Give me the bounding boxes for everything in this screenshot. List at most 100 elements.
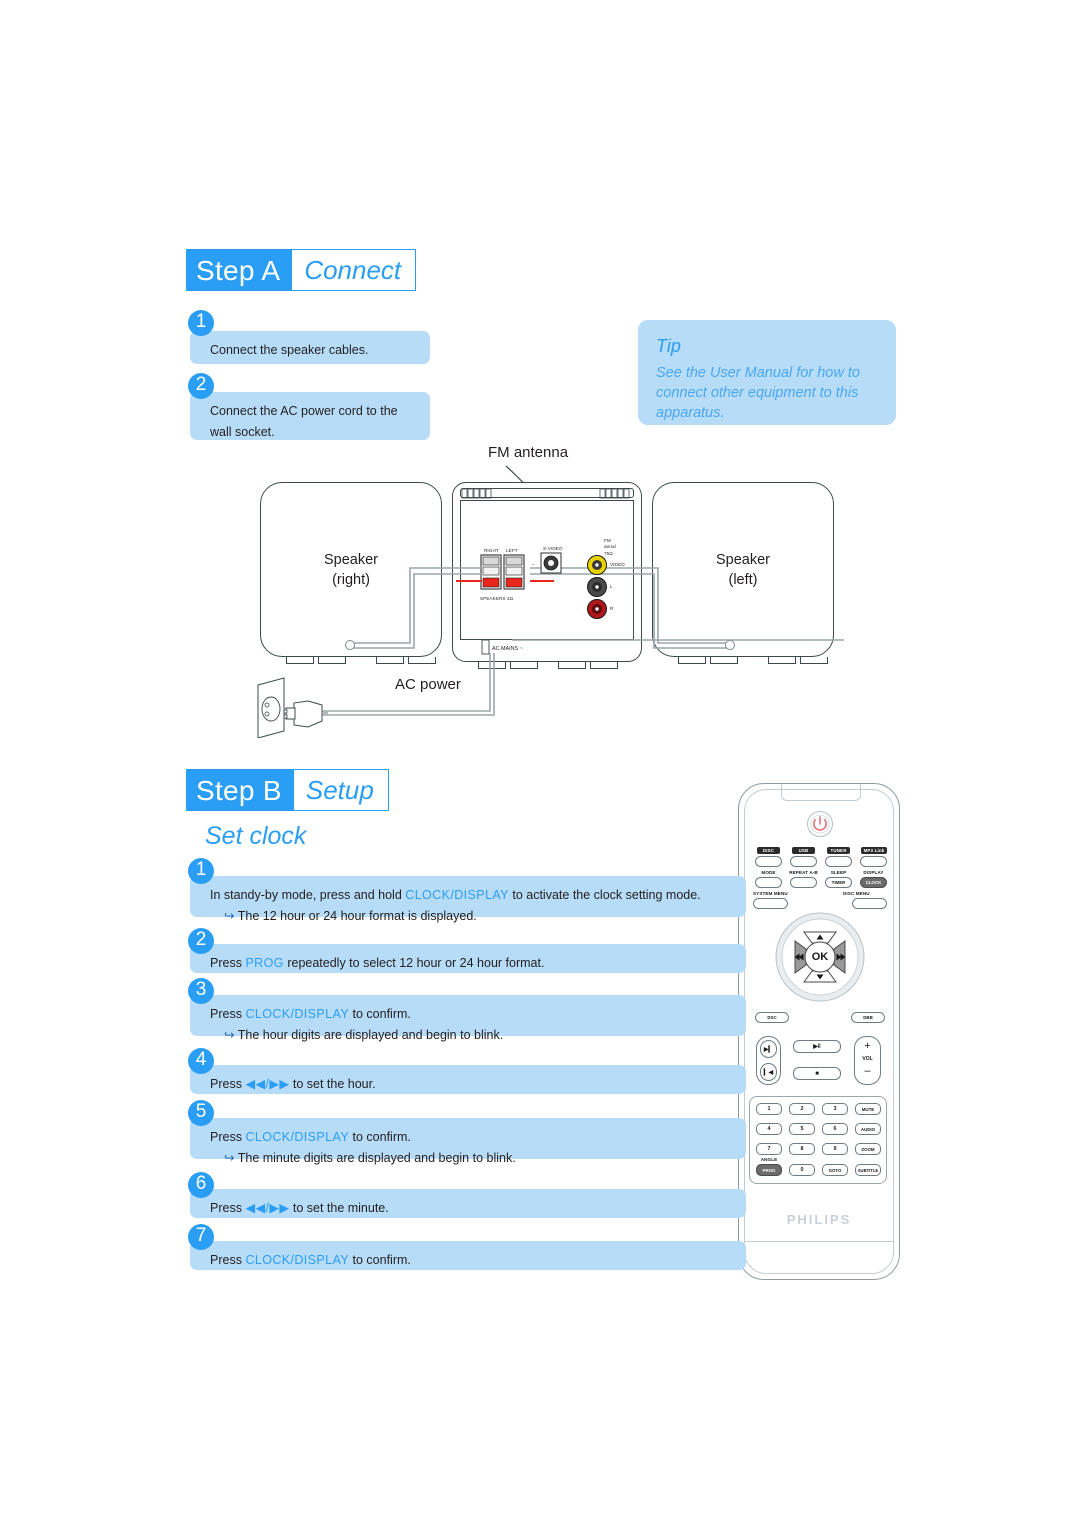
step-b-item-1-post: to activate the clock setting mode. <box>508 888 701 902</box>
key-subtitle[interactable]: SUBTITLE <box>855 1164 881 1176</box>
button-next[interactable]: ▶▎ <box>760 1040 777 1058</box>
terminal-right-label: RIGHT <box>484 548 499 553</box>
fm-label: FM <box>604 538 611 543</box>
key-zoom[interactable]: ZOOM <box>855 1143 881 1155</box>
step-b-item-3-pre: Press <box>210 1007 246 1021</box>
key-7[interactable]: 7 <box>756 1143 782 1155</box>
key-9[interactable]: 9 <box>822 1143 848 1155</box>
step-b-item-3-sub-text: The hour digits are displayed and begin … <box>237 1028 504 1042</box>
step-b-number-5: 5 <box>188 1100 214 1126</box>
nav-wheel[interactable] <box>775 912 865 1002</box>
button-dbb[interactable]: DBB <box>851 1012 885 1023</box>
step-b-item-1-sub: ↪ The 12 hour or 24 hour format is displ… <box>210 906 732 927</box>
step-b-item-3-key: CLOCK/DISPLAY <box>245 1007 350 1021</box>
button-system-menu[interactable] <box>753 898 788 909</box>
tag-mp3link: MP3 Link <box>861 847 887 854</box>
key-0[interactable]: 0 <box>789 1164 815 1176</box>
step-b-item-5-sub: ↪ The minute digits are displayed and be… <box>210 1148 732 1169</box>
step-a-item-1-text: Connect the speaker cables. <box>210 343 369 357</box>
step-b-item-5: Press CLOCK/DISPLAY to confirm. ↪ The mi… <box>190 1118 746 1165</box>
step-b-item-7: Press CLOCK/DISPLAY to confirm. <box>190 1241 746 1270</box>
step-b-item-7-key: CLOCK/DISPLAY <box>245 1253 350 1267</box>
arrow-icon: ↪ <box>224 1028 235 1042</box>
button-tuner[interactable] <box>825 856 852 867</box>
step-b-item-3-post: to confirm. <box>349 1007 411 1021</box>
step-b-number-2: 2 <box>188 928 214 954</box>
button-timer[interactable]: TIMER <box>825 877 852 888</box>
tip-title: Tip <box>656 336 681 356</box>
button-dsc[interactable]: DSC <box>755 1012 789 1023</box>
step-b-item-2: Press PROG repeatedly to select 12 hour … <box>190 944 746 973</box>
button-play-pause[interactable]: ▶‖ <box>793 1040 841 1053</box>
step-a-badge: Step A <box>186 249 293 291</box>
step-b-title: Setup <box>293 769 389 811</box>
step-a-number-2: 2 <box>188 373 214 399</box>
video-jack-label: VIDEO <box>610 562 625 567</box>
button-disc-menu[interactable] <box>852 898 887 909</box>
remote-divider <box>745 1241 893 1242</box>
set-clock-subtitle: Set clock <box>205 822 307 850</box>
step-b-item-2-post: repeatedly to select 12 hour or 24 hour … <box>283 956 545 970</box>
key-audio[interactable]: AUDIO <box>855 1123 881 1135</box>
video-jack-icon <box>587 555 607 575</box>
terminal-left-label: LEFT <box>506 548 518 553</box>
label-volume: VOL <box>862 1056 873 1062</box>
step-b-item-4-post: to set the hour. <box>289 1077 376 1091</box>
label-angle: ANGLE <box>760 1157 778 1162</box>
remote-control: DISC USB TUNER MP3 Link MODE REPEAT A-B … <box>738 783 900 1280</box>
key-4[interactable]: 4 <box>756 1123 782 1135</box>
step-b-item-5-pre: Press <box>210 1130 246 1144</box>
step-b-item-6-pre: Press <box>210 1201 246 1215</box>
key-6[interactable]: 6 <box>822 1123 848 1135</box>
svideo-label: S-VIDEO <box>543 546 563 551</box>
button-usb[interactable] <box>790 856 817 867</box>
step-b-item-1: In standy-by mode, press and hold CLOCK/… <box>190 876 746 923</box>
label-disc-menu: DISC MENU <box>843 891 870 896</box>
button-volume-down[interactable]: – <box>854 1065 881 1077</box>
key-mute[interactable]: MUTE <box>855 1103 881 1115</box>
step-b-item-6-key: ◀◀/▶▶ <box>245 1201 290 1215</box>
svideo-jack-icon <box>540 552 562 574</box>
ir-window <box>781 784 861 801</box>
key-3[interactable]: 3 <box>822 1103 848 1115</box>
unit-foot-4 <box>590 662 618 669</box>
key-1[interactable]: 1 <box>756 1103 782 1115</box>
speaker-left-foot-3 <box>768 657 796 664</box>
button-mode[interactable] <box>755 877 782 888</box>
button-clock[interactable]: CLOCK <box>860 877 887 888</box>
key-2[interactable]: 2 <box>789 1103 815 1115</box>
unit-vent-icon <box>461 488 630 499</box>
step-b-item-7-post: to confirm. <box>349 1253 411 1267</box>
tip-body: See the User Manual for how to connect o… <box>656 365 860 421</box>
step-b-item-6-post: to set the minute. <box>289 1201 389 1215</box>
step-a-title: Connect <box>292 249 417 291</box>
step-b-item-1-sub-text: The 12 hour or 24 hour format is display… <box>237 909 477 923</box>
step-b-number-4: 4 <box>188 1048 214 1074</box>
button-volume-up[interactable]: + <box>854 1040 881 1052</box>
step-a-item-2-text: Connect the AC power cord to the wall so… <box>210 404 398 439</box>
key-prog[interactable]: PROG <box>756 1164 782 1176</box>
button-mp3link[interactable] <box>860 856 887 867</box>
button-stop[interactable]: ■ <box>793 1067 841 1080</box>
step-b-item-5-post: to confirm. <box>349 1130 411 1144</box>
connection-diagram: FM antenna Speaker (right) Speaker (left… <box>240 438 860 738</box>
step-b-item-7-pre: Press <box>210 1253 246 1267</box>
unit-foot-3 <box>558 662 586 669</box>
label-mode: MODE <box>761 870 776 875</box>
power-icon[interactable] <box>806 810 834 838</box>
audio-left-jack-label: L <box>610 584 613 589</box>
step-b-item-2-pre: Press <box>210 956 246 970</box>
page-root: Step A Connect 1 Connect the speaker cab… <box>0 0 1080 1527</box>
button-prev[interactable]: ▎◀ <box>760 1063 777 1081</box>
step-a-number-1: 1 <box>188 310 214 336</box>
step-b-header: Step B Setup <box>186 769 389 811</box>
step-a-header: Step A Connect <box>186 249 417 291</box>
button-repeat-ab[interactable] <box>790 877 817 888</box>
button-disc[interactable] <box>755 856 782 867</box>
key-5[interactable]: 5 <box>789 1123 815 1135</box>
arrow-icon: ↪ <box>224 909 235 923</box>
arrow-icon: ↪ <box>224 1151 235 1165</box>
key-8[interactable]: 8 <box>789 1143 815 1155</box>
key-goto[interactable]: GOTO <box>822 1164 848 1176</box>
audio-left-jack-icon <box>587 577 607 597</box>
